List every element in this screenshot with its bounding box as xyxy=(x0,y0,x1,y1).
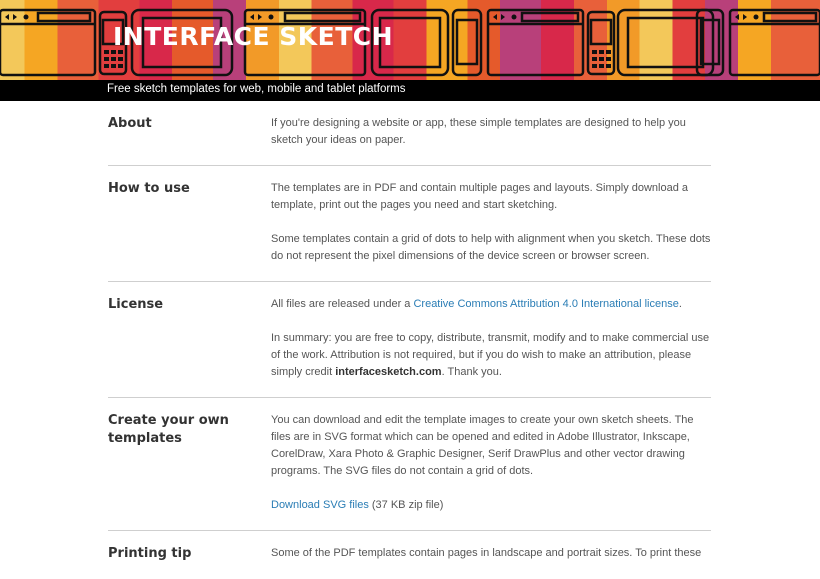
how-to-use-paragraph-1: The templates are in PDF and contain mul… xyxy=(271,182,689,211)
tagline-bar: Free sketch templates for web, mobile an… xyxy=(0,80,820,101)
license-text-end: . xyxy=(678,298,682,310)
section-title-license: License xyxy=(108,297,164,312)
credit-domain: interfacesketch.com xyxy=(335,366,442,378)
license-paragraph-2: In summary: you are free to copy, distri… xyxy=(271,330,711,381)
download-size-note: (37 KB zip file) xyxy=(368,499,444,511)
about-paragraph: If you're designing a website or app, th… xyxy=(271,117,686,146)
download-svg-link[interactable]: Download SVG files xyxy=(271,499,369,511)
section-about: About If you're designing a website or a… xyxy=(108,101,711,166)
printing-tip-paragraph: Some of the PDF templates contain pages … xyxy=(271,547,702,559)
site-title[interactable]: INTERFACE SKETCH xyxy=(113,22,393,51)
section-title-create-templates: Create your own templates xyxy=(108,413,229,446)
section-body-printing-tip: Some of the PDF templates contain pages … xyxy=(271,545,711,563)
section-body-license: All files are released under a Creative … xyxy=(271,296,711,381)
section-body-about: If you're designing a website or app, th… xyxy=(271,115,711,149)
license-thanks-text: . Thank you. xyxy=(441,366,502,378)
section-title-how-to-use: How to use xyxy=(108,181,190,196)
main-content: About If you're designing a website or a… xyxy=(108,101,711,579)
section-body-create-templates: You can download and edit the template i… xyxy=(271,412,711,514)
header-banner: INTERFACE SKETCH xyxy=(0,0,820,80)
create-templates-paragraph: You can download and edit the template i… xyxy=(271,414,694,477)
download-row: Download SVG files (37 KB zip file) xyxy=(271,497,711,514)
section-body-how-to-use: The templates are in PDF and contain mul… xyxy=(271,180,711,265)
license-paragraph-1: All files are released under a Creative … xyxy=(271,296,711,313)
how-to-use-paragraph-2: Some templates contain a grid of dots to… xyxy=(271,233,711,262)
section-title-printing-tip: Printing tip xyxy=(108,546,192,561)
cc-license-link[interactable]: Creative Commons Attribution 4.0 Interna… xyxy=(413,298,678,310)
section-how-to-use: How to use The templates are in PDF and … xyxy=(108,166,711,282)
section-printing-tip: Printing tip Some of the PDF templates c… xyxy=(108,531,711,579)
section-title-about: About xyxy=(108,116,152,131)
license-text: All files are released under a xyxy=(271,298,414,310)
site-tagline: Free sketch templates for web, mobile an… xyxy=(107,83,406,95)
section-create-templates: Create your own templates You can downlo… xyxy=(108,398,711,531)
section-license: License All files are released under a C… xyxy=(108,282,711,398)
